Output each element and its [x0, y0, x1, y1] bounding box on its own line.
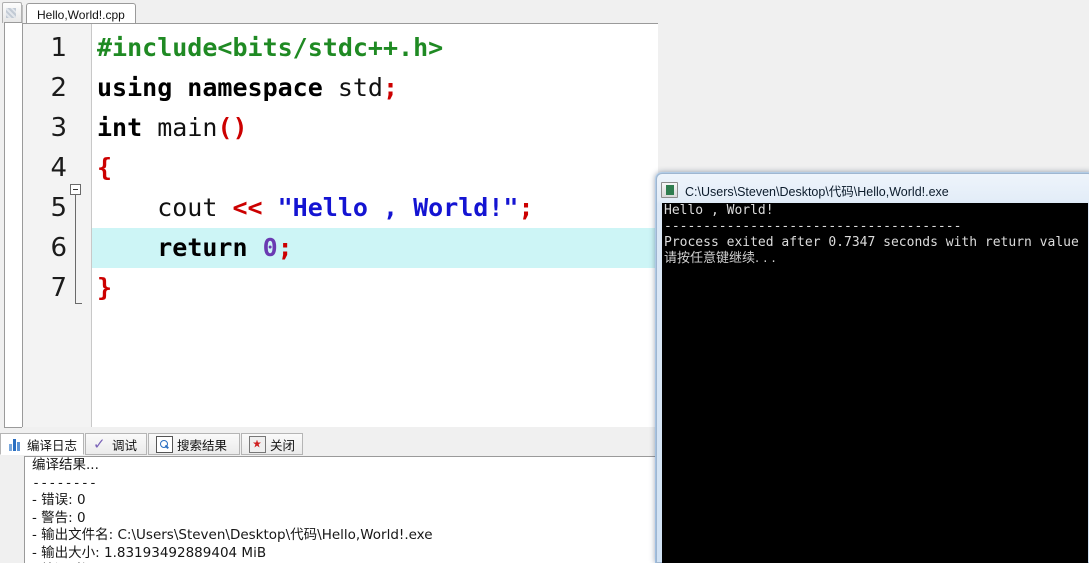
code-line-text: return 0; [92, 228, 293, 268]
code-token: << [232, 193, 278, 222]
search-icon [156, 435, 173, 453]
console-title-text: C:\Users\Steven\Desktop\代码\Hello,World!.… [685, 184, 949, 199]
code-token: #include<bits/stdc++.h> [97, 33, 444, 62]
bottom-tab-label: 搜索结果 [177, 438, 228, 453]
bottom-tab-label: 编译日志 [27, 438, 78, 453]
code-token: ; [277, 233, 293, 262]
code-token: () [217, 113, 248, 142]
bottom-tab-label: 关闭 [270, 438, 296, 453]
console-line-2: Process exited after 0.7347 seconds with… [664, 235, 1079, 250]
code-token: std [337, 73, 383, 102]
fold-range-end [75, 303, 82, 304]
chart-icon [8, 437, 23, 452]
console-window[interactable]: C:\Users\Steven\Desktop\代码\Hello,World!.… [655, 172, 1089, 563]
code-token: } [97, 273, 113, 302]
bottom-tab-0[interactable]: 编译日志 [0, 433, 84, 455]
code-token: return [157, 233, 263, 262]
code-token: { [97, 153, 113, 182]
code-line-5[interactable]: cout << "Hello , World!"; [92, 188, 658, 228]
code-line-text: { [92, 148, 112, 188]
app-window: ns Hello,World!.cpp 1234567 #include<bit… [0, 0, 1089, 563]
line-number-4: 4 [50, 153, 67, 183]
code-line-text: using namespace std; [92, 68, 398, 108]
close-icon [249, 435, 266, 453]
code-line-3[interactable]: int main() [92, 108, 658, 148]
code-line-6[interactable]: return 0; [92, 228, 658, 268]
code-token: "Hello , World!" [277, 193, 519, 222]
bottom-tab-2[interactable]: 搜索结果 [148, 433, 240, 455]
code-text-area[interactable]: #include<bits/stdc++.h> using namespace s… [92, 24, 658, 427]
line-number-3: 3 [50, 113, 67, 143]
editor-left-edge [4, 22, 23, 428]
console-line-1: -------------------------------------- [664, 219, 962, 234]
line-number-6: 6 [50, 233, 67, 263]
console-title-bar[interactable]: C:\Users\Steven\Desktop\代码\Hello,World!.… [661, 179, 949, 201]
code-line-1[interactable]: #include<bits/stdc++.h> [92, 28, 658, 68]
console-line-3: 请按任意键继续. . . [664, 251, 776, 266]
code-token: int [97, 113, 158, 142]
code-token: ; [382, 73, 399, 102]
code-token: main [157, 113, 218, 142]
console-app-icon [661, 182, 678, 198]
check-icon: ✓ [93, 435, 106, 453]
code-token: using namespace [97, 73, 338, 102]
code-line-7[interactable]: } [92, 268, 658, 308]
code-line-2[interactable]: using namespace std; [92, 68, 658, 108]
line-number-5: 5 [50, 193, 67, 223]
console-output-area[interactable]: Hello , World! --------------------------… [662, 203, 1088, 563]
bottom-tab-label: 调试 [112, 438, 138, 453]
line-number-7: 7 [50, 273, 67, 303]
top-right-background [658, 0, 1089, 24]
code-line-text: #include<bits/stdc++.h> [92, 28, 443, 68]
partial-tab-icon[interactable] [2, 2, 22, 23]
code-token: ; [518, 193, 534, 222]
bottom-tab-3[interactable]: 关闭 [241, 433, 303, 455]
tab-hello-world-cpp[interactable]: Hello,World!.cpp [26, 3, 136, 24]
line-number-2: 2 [50, 73, 67, 103]
bottom-tab-1[interactable]: ✓ 调试 [85, 433, 147, 455]
line-number-1: 1 [50, 33, 67, 63]
editor-gutter: 1 2 3 4 5 6 7 [23, 24, 92, 427]
code-line-text: int main() [92, 108, 248, 148]
code-token: cout [97, 193, 233, 222]
code-editor[interactable]: 1 2 3 4 5 6 7 #include<bits/stdc++.h> using nam… [22, 24, 658, 427]
code-token: 0 [262, 233, 278, 262]
code-line-4[interactable]: { [92, 148, 658, 188]
fold-range-line [75, 195, 76, 303]
fold-toggle-line-4[interactable] [70, 184, 81, 195]
console-line-0: Hello , World! [664, 203, 774, 218]
code-line-text: } [92, 268, 112, 308]
code-line-text: cout << "Hello , World!"; [92, 188, 534, 228]
